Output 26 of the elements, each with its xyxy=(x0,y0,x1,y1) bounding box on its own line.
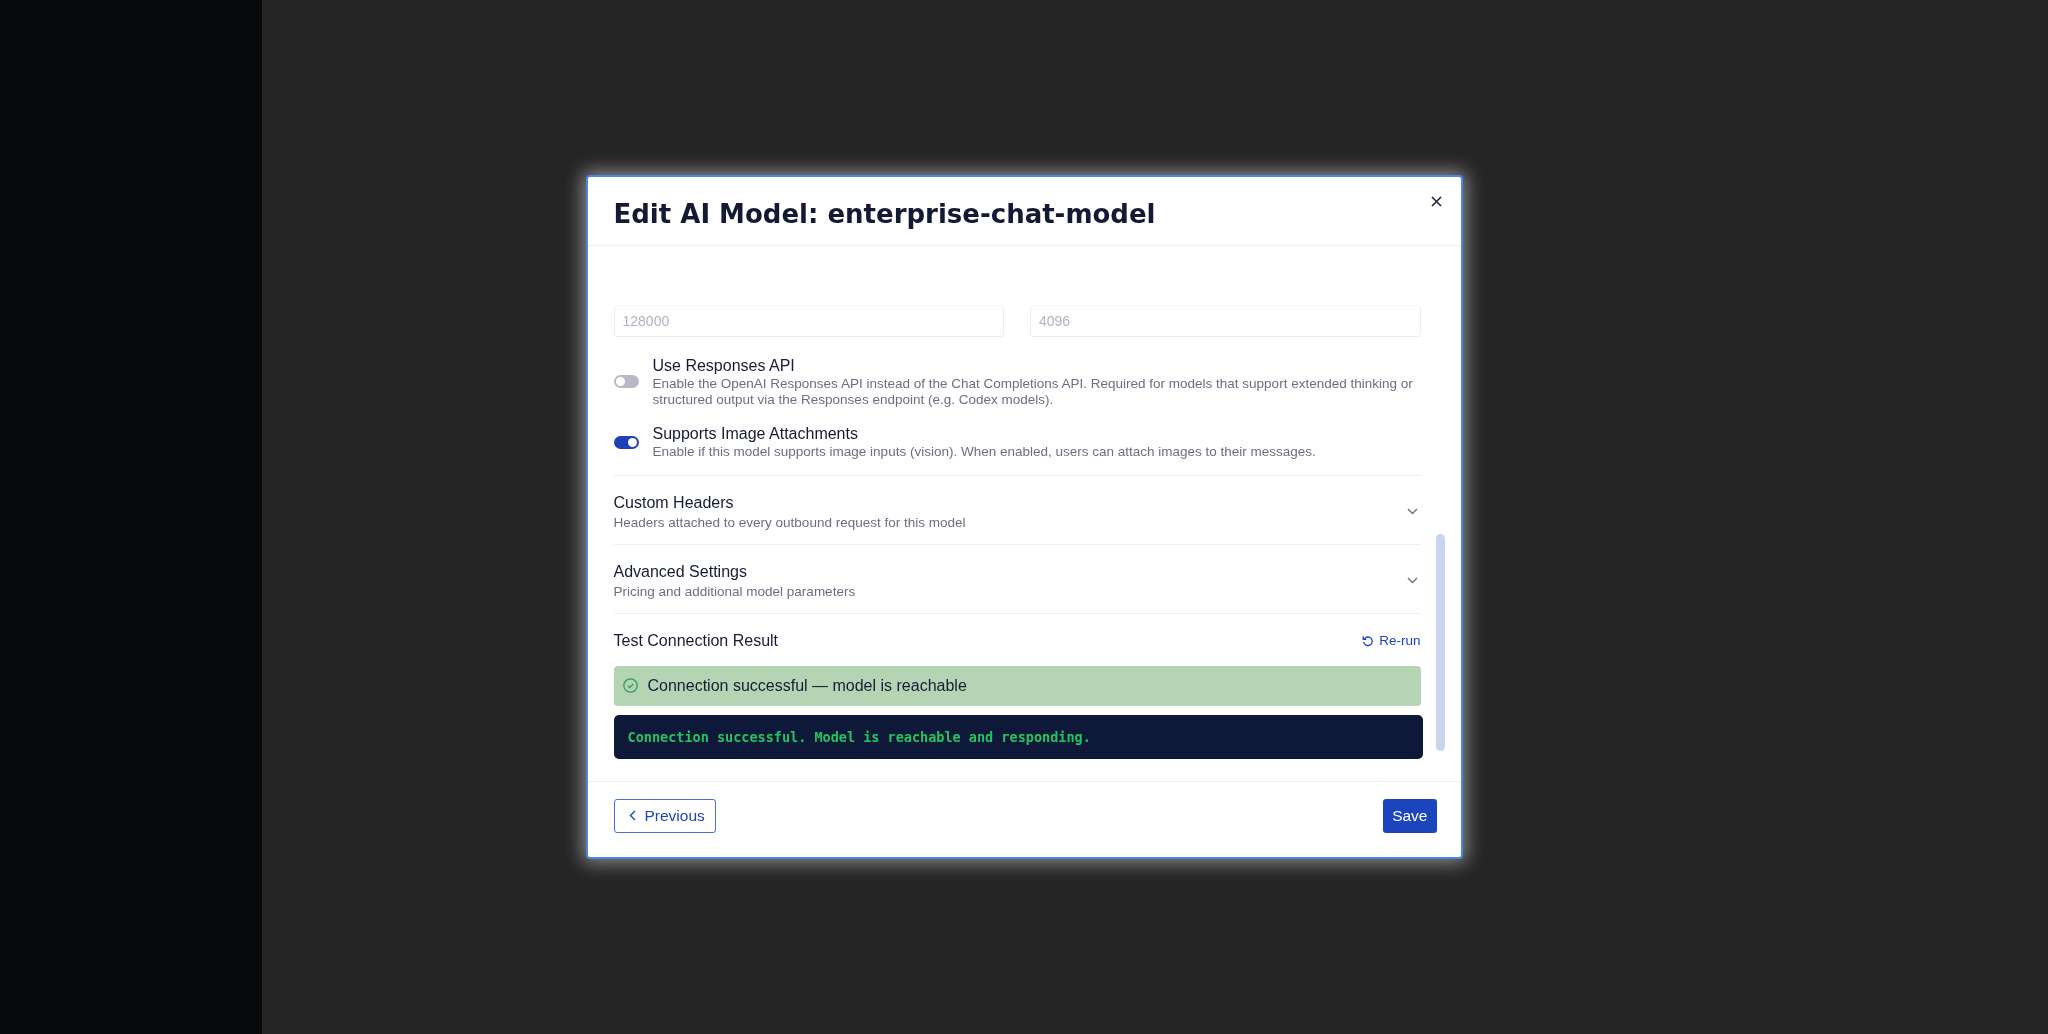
section-description: Pricing and additional model parameters xyxy=(613,583,856,600)
alert-message: Connection successful — model is reachable xyxy=(647,676,967,695)
toggle-label: Use Responses API xyxy=(652,356,796,377)
section-description: Headers attached to every outbound request for this model xyxy=(613,514,966,531)
save-button[interactable]: Save xyxy=(1383,798,1437,833)
section-title[interactable]: Advanced Settings xyxy=(613,561,856,582)
chevron-down-icon[interactable] xyxy=(1406,508,1418,516)
previous-button[interactable]: Previous xyxy=(613,798,716,833)
toggle-switch[interactable] xyxy=(613,435,639,449)
rerun-button[interactable]: Re-run xyxy=(1362,633,1421,649)
toggle-description: Enable the OpenAI Responses API instead of the Chat Completions API. Required for models that support extended thinking or structured output via the Responses endpoint (e.g. Codex models). xyxy=(652,376,1414,408)
chevron-left-icon xyxy=(628,810,636,822)
console-output: Connection successful. Model is reachable and responding. xyxy=(613,714,1423,759)
toggle-label: Supports Image Attachments xyxy=(652,424,859,445)
toggle-switch[interactable] xyxy=(613,375,639,389)
check-circle-icon xyxy=(622,678,638,694)
section-title[interactable]: Custom Headers xyxy=(613,492,966,513)
section-title: Test Connection Result xyxy=(613,630,779,651)
chevron-down-icon[interactable] xyxy=(1406,577,1418,585)
input-field[interactable]: 128000 xyxy=(613,305,1004,338)
scrollbar-thumb[interactable] xyxy=(1435,534,1445,752)
refresh-icon xyxy=(1362,634,1375,647)
toggle-description: Enable if this model supports image inputs (vision). When enabled, users can attach images to their messages. xyxy=(652,444,1316,460)
close-icon xyxy=(1431,195,1442,207)
dialog-title: Edit AI Model: enterprise-chat-model xyxy=(613,201,1156,228)
input-field[interactable]: 4096 xyxy=(1030,305,1421,338)
